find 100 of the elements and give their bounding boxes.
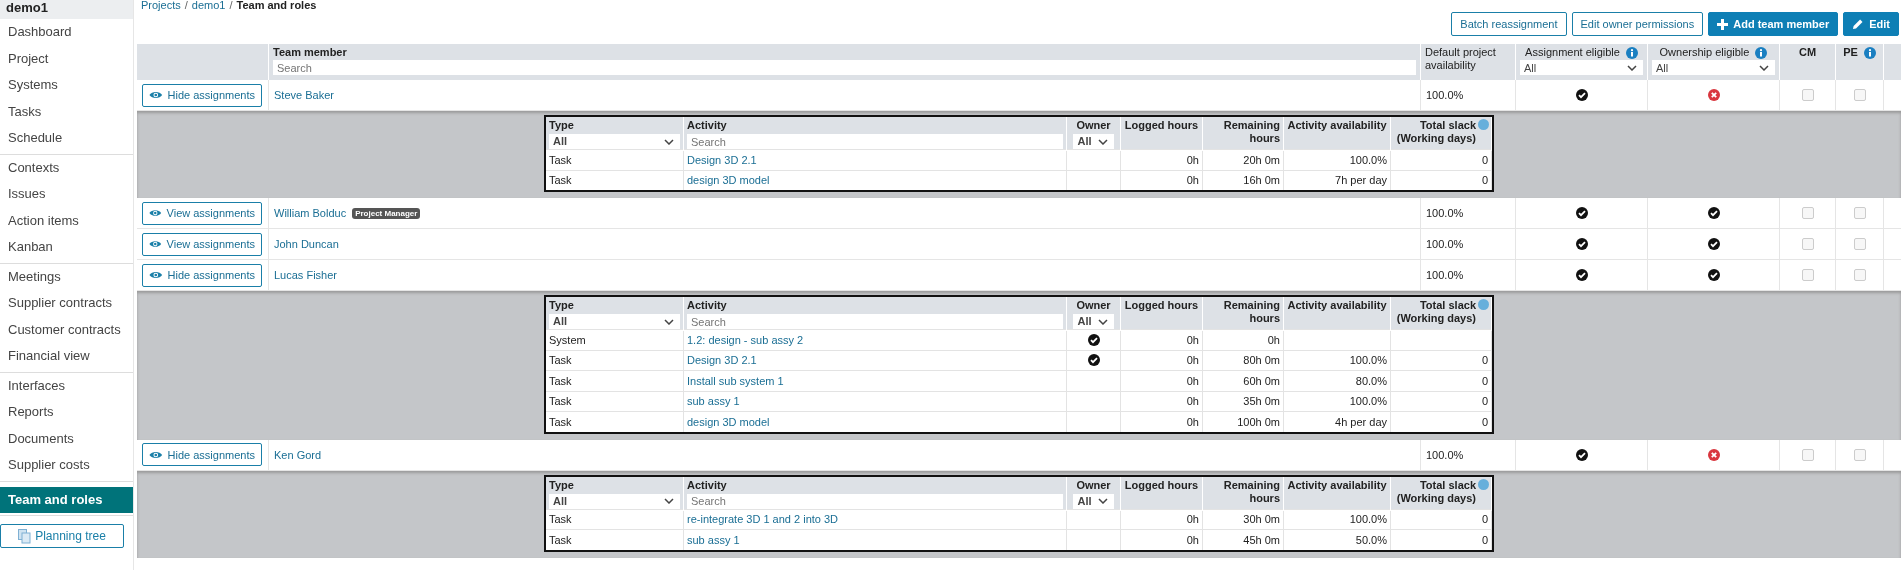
activity-link[interactable]: 1.2: design - sub assy 2 — [687, 333, 804, 346]
column-header: Logged hours — [1124, 478, 1199, 492]
logged-hours-text: 0h — [1186, 415, 1199, 428]
owner-filter-dropdown[interactable]: All — [1073, 493, 1114, 509]
sidebar-item[interactable]: Financial view — [0, 343, 133, 370]
checkbox[interactable] — [1853, 238, 1866, 250]
plus-icon — [1717, 18, 1729, 30]
filter-dropdown[interactable]: All — [1520, 60, 1643, 75]
slack-text: 0 — [1481, 174, 1488, 187]
toolbar-button[interactable]: Batch reassignment — [1451, 12, 1567, 36]
activity-link[interactable]: design 3D model — [687, 174, 770, 187]
edit-button[interactable]: Edit — [1843, 12, 1899, 36]
logged-hours-text: 0h — [1186, 374, 1199, 387]
sidebar-item[interactable]: Supplier contracts — [0, 290, 133, 317]
type-filter-dropdown[interactable]: All — [549, 493, 680, 509]
search-field[interactable]: Search — [687, 314, 1063, 329]
toggle-assignments-button[interactable]: Hide assignments — [142, 83, 262, 107]
checkbox[interactable] — [1801, 207, 1814, 219]
toolbar-button[interactable]: Edit owner permissions — [1571, 12, 1704, 36]
checkbox[interactable] — [1853, 89, 1866, 101]
slack-text: 0 — [1481, 513, 1488, 526]
activity-link[interactable]: Install sub system 1 — [687, 374, 784, 387]
column-header: Total slack (Working days) — [1395, 478, 1476, 505]
toggle-assignments-button[interactable]: Hide assignments — [142, 263, 262, 287]
availability-text: 100.0% — [1426, 238, 1464, 250]
checkbox[interactable] — [1801, 269, 1814, 281]
remaining-hours-text: 30h 0m — [1243, 513, 1280, 526]
eye-icon — [149, 270, 163, 280]
sidebar-item[interactable]: Meetings — [0, 263, 133, 290]
activity-link[interactable]: sub assy 1 — [687, 533, 740, 546]
checkbox[interactable] — [1801, 238, 1814, 250]
sidebar-item[interactable]: Kanban — [0, 234, 133, 261]
sidebar-item[interactable]: Systems — [0, 72, 133, 99]
column-header: Logged hours — [1124, 299, 1199, 312]
sidebar-item[interactable]: Interfaces — [0, 372, 133, 399]
sidebar-item[interactable]: Contexts — [0, 154, 133, 181]
sidebar-item[interactable]: Project — [0, 45, 133, 72]
member-name-link[interactable]: William Bolduc — [274, 207, 347, 219]
column-header: Activity availability — [1287, 119, 1387, 132]
info-icon[interactable] — [1755, 46, 1768, 59]
remaining-hours-text: 45h 0m — [1243, 533, 1280, 546]
checkbox[interactable] — [1801, 89, 1814, 101]
info-icon[interactable] — [1863, 46, 1876, 59]
checkbox[interactable] — [1853, 207, 1866, 219]
sidebar-item[interactable]: Action items — [0, 207, 133, 234]
planning-tree-button[interactable]: Planning tree — [0, 524, 124, 548]
logged-hours-text: 0h — [1186, 513, 1199, 526]
checkbox[interactable] — [1801, 448, 1814, 461]
search-field[interactable]: Search — [687, 134, 1063, 149]
filter-dropdown[interactable]: All — [1652, 60, 1775, 75]
member-name-link[interactable]: Lucas Fisher — [274, 269, 337, 281]
search-field[interactable]: Search — [273, 60, 1416, 75]
checkbox[interactable] — [1853, 269, 1866, 281]
remaining-hours-text: 20h 0m — [1243, 153, 1280, 166]
toggle-assignments-button[interactable]: View assignments — [142, 232, 262, 256]
activity-link[interactable]: re-integrate 3D 1 and 2 into 3D — [687, 513, 839, 526]
logged-hours-text: 0h — [1186, 174, 1199, 187]
sidebar-item[interactable]: Team and roles — [0, 486, 133, 513]
logged-hours-text: 0h — [1186, 533, 1199, 546]
type-text: Task — [549, 415, 572, 428]
sidebar-item[interactable]: Documents — [0, 425, 133, 452]
breadcrumb-link[interactable]: Projects — [141, 0, 181, 12]
type-text: Task — [549, 395, 572, 408]
member-name-link[interactable]: Steve Baker — [274, 89, 334, 101]
info-icon[interactable] — [1625, 46, 1638, 59]
sidebar-item[interactable]: Schedule — [0, 125, 133, 152]
search-field[interactable]: Search — [687, 493, 1063, 509]
member-name-link[interactable]: John Duncan — [274, 238, 339, 250]
sidebar-item[interactable]: Customer contracts — [0, 316, 133, 343]
activity-link[interactable]: Design 3D 2.1 — [687, 354, 757, 367]
member-name-link[interactable]: Ken Gord — [274, 448, 322, 461]
toggle-assignments-button[interactable]: Hide assignments — [142, 443, 262, 466]
type-filter-dropdown[interactable]: All — [549, 314, 680, 329]
activity-link[interactable]: Design 3D 2.1 — [687, 153, 757, 166]
checkbox[interactable] — [1853, 448, 1866, 461]
sidebar-item[interactable]: Dashboard — [0, 19, 133, 46]
sidebar-item[interactable]: Reports — [0, 399, 133, 426]
owner-filter-dropdown[interactable]: All — [1073, 314, 1114, 329]
column-header: Activity — [687, 478, 728, 492]
activity-link[interactable]: design 3D model — [687, 415, 770, 428]
eye-icon — [149, 449, 163, 460]
sidebar-item[interactable]: Supplier costs — [0, 452, 133, 479]
slack-text: 0 — [1481, 533, 1488, 546]
availability-text: 100.0% — [1349, 395, 1387, 408]
toggle-assignments-button[interactable]: View assignments — [142, 201, 262, 225]
sidebar-item[interactable]: Issues — [0, 181, 133, 208]
breadcrumb-link[interactable]: demo1 — [191, 0, 226, 12]
activity-link[interactable]: sub assy 1 — [687, 395, 740, 408]
sidebar-item[interactable]: Tasks — [0, 98, 133, 125]
add-button[interactable]: Add team member — [1708, 12, 1839, 36]
eye-icon — [149, 90, 163, 100]
chevron-down-icon — [664, 318, 674, 325]
help-icon[interactable] — [1478, 119, 1489, 130]
help-icon[interactable] — [1478, 299, 1489, 310]
help-icon[interactable] — [1478, 478, 1489, 490]
chevron-down-icon — [1097, 318, 1108, 325]
type-filter-dropdown[interactable]: All — [549, 134, 680, 149]
logged-hours-text: 0h — [1186, 333, 1199, 346]
owner-filter-dropdown[interactable]: All — [1073, 134, 1114, 149]
type-text: Task — [549, 374, 572, 387]
